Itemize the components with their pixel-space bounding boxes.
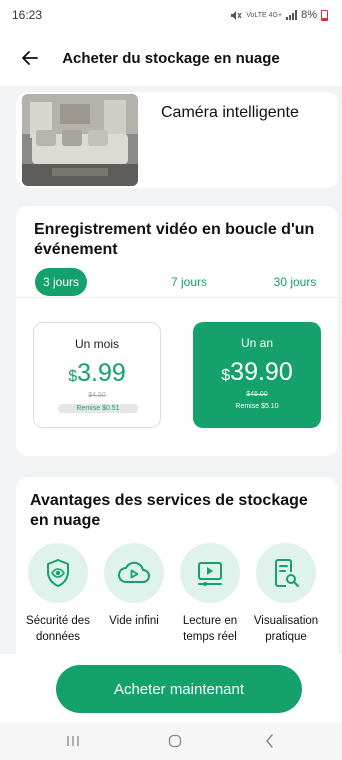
tab-30-days[interactable]: 30 jours bbox=[264, 268, 326, 296]
benefits-title: Avantages des services de stockage en nu… bbox=[30, 492, 308, 529]
price-amount: 3.99 bbox=[77, 359, 126, 387]
price-currency: $ bbox=[68, 368, 78, 385]
price-amount: 39.90 bbox=[230, 358, 293, 386]
price-option-year[interactable]: Un an $39.90 $45.00 Remise $5.10 bbox=[193, 322, 321, 428]
duration-tabs: 3 jours 7 jours 30 jours bbox=[16, 268, 338, 300]
price-discount: Remise $5.10 bbox=[235, 403, 279, 410]
benefit-label: Lecture en temps réel bbox=[182, 615, 238, 643]
device-thumbnail bbox=[22, 94, 138, 186]
arrow-left-icon bbox=[22, 51, 38, 65]
signal-icon bbox=[286, 10, 298, 20]
benefit-label: Visualisation pratique bbox=[253, 615, 319, 643]
cloud-play-icon bbox=[118, 561, 150, 583]
home-button[interactable] bbox=[155, 730, 195, 752]
system-back-button[interactable] bbox=[250, 730, 290, 752]
system-nav-bar bbox=[0, 722, 342, 760]
plan-title: Enregistrement vidéo en boucle d'un évén… bbox=[34, 221, 315, 258]
price-period: Un mois bbox=[74, 337, 119, 351]
battery-level: 8% bbox=[301, 9, 317, 21]
video-play-icon bbox=[198, 562, 222, 586]
battery-icon bbox=[321, 9, 328, 21]
benefit-infinite-space: Vide infini bbox=[96, 543, 172, 629]
price-option-month[interactable]: Un mois $3.99 $4.50 Remise $0.51 bbox=[33, 322, 161, 428]
status-bar: 16:23 VoLTE 4G+ 8% bbox=[0, 0, 342, 30]
network-type: VoLTE 4G+ bbox=[246, 11, 283, 19]
status-time: 16:23 bbox=[12, 8, 43, 22]
app-header: Acheter du stockage en nuage bbox=[0, 30, 342, 86]
benefit-label: Vide infini bbox=[109, 615, 159, 627]
price-period: Un an bbox=[240, 336, 274, 350]
benefit-realtime-playback: Lecture en temps réel bbox=[172, 543, 248, 645]
chevron-left-icon bbox=[266, 734, 273, 748]
price-original: $4.50 bbox=[88, 392, 106, 399]
back-button[interactable] bbox=[8, 36, 52, 80]
benefit-data-security: Sécurité des données bbox=[20, 543, 96, 645]
home-icon bbox=[168, 734, 182, 748]
tab-3-days[interactable]: 3 jours bbox=[35, 268, 87, 296]
price-currency: $ bbox=[221, 367, 231, 384]
tab-7-days[interactable]: 7 jours bbox=[161, 268, 217, 296]
benefits-card: Avantages des services de stockage en nu… bbox=[16, 477, 338, 677]
benefit-label: Sécurité des données bbox=[26, 615, 90, 643]
price-original: $45.00 bbox=[246, 391, 268, 398]
device-card: Caméra intelligente bbox=[16, 92, 338, 188]
shield-eye-icon bbox=[47, 559, 69, 587]
document-search-icon bbox=[275, 559, 299, 587]
benefit-convenient-view: Visualisation pratique bbox=[248, 543, 324, 645]
status-icons: VoLTE 4G+ 8% bbox=[230, 9, 328, 21]
recent-apps-icon bbox=[67, 736, 79, 746]
device-name: Caméra intelligente bbox=[161, 104, 299, 121]
mute-icon bbox=[231, 10, 242, 20]
price-value: $39.90 bbox=[193, 358, 321, 387]
tabs-divider bbox=[16, 297, 338, 298]
recent-apps-button[interactable] bbox=[53, 730, 93, 752]
plan-card: Enregistrement vidéo en boucle d'un évén… bbox=[16, 206, 338, 456]
buy-now-button[interactable]: Acheter maintenant bbox=[56, 665, 302, 713]
price-value: $3.99 bbox=[34, 359, 160, 388]
price-discount: Remise $0.51 bbox=[58, 404, 138, 413]
